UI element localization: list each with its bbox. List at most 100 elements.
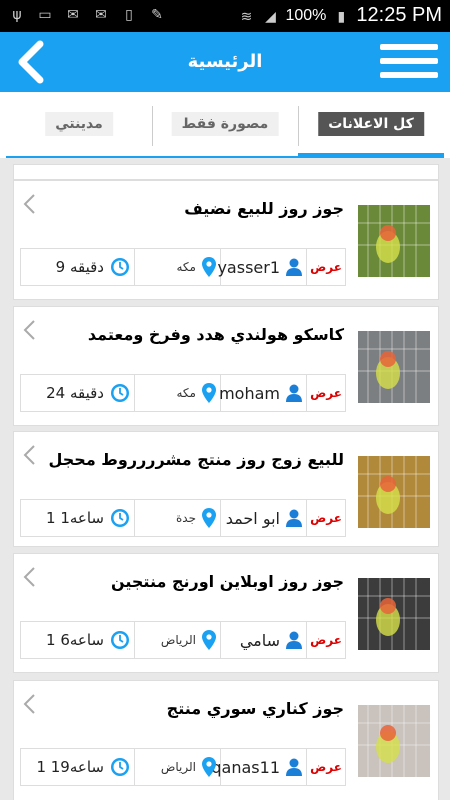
city-name: جدة xyxy=(175,511,196,525)
hamburger-line xyxy=(380,58,438,64)
city-name: الرياض xyxy=(160,633,196,647)
hamburger-line xyxy=(380,72,438,78)
ad-meta-row: عرض سامي الرياض 1 ساعه6 xyxy=(20,621,346,659)
ad-city: جدة xyxy=(134,500,220,536)
user-icon xyxy=(286,631,302,649)
location-pin-icon xyxy=(202,630,216,650)
notification-icons: ψ ▭ ✉ ✉ ▯ ✎ xyxy=(8,6,166,24)
ad-city: الرياض xyxy=(134,749,220,785)
city-name: مكه xyxy=(176,260,197,274)
status-bar: ψ ▭ ✉ ✉ ▯ ✎ ≋ ◢ 100% ▮ 12:25 PM xyxy=(0,0,450,32)
city-name: مكه xyxy=(176,386,197,400)
menu-button[interactable] xyxy=(380,44,438,82)
time-ago: 24 دقيقه xyxy=(46,384,104,402)
chevron-left-icon xyxy=(23,445,35,465)
ad-card[interactable]: كاسكو هولندي هدد وفرخ ومعتمد عرض moham م… xyxy=(13,306,439,426)
view-label: عرض xyxy=(310,386,342,400)
tab-all-ads[interactable]: كل الاعلانات xyxy=(298,92,444,158)
view-label: عرض xyxy=(310,633,342,647)
chevron-left-icon xyxy=(23,694,35,714)
ad-user: ابو احمد xyxy=(220,500,306,536)
tab-label: كل الاعلانات xyxy=(318,112,424,136)
signal-icon: ◢ xyxy=(265,7,276,24)
ads-list[interactable]: جوز روز للبيع نضيف عرض yasser1 مكه 9 دقي… xyxy=(0,158,450,800)
ad-meta-row: عرض moham مكه 24 دقيقه xyxy=(20,374,346,412)
time-ago: 1 ساعه19 xyxy=(36,758,104,776)
view-label: عرض xyxy=(310,760,342,774)
wifi-icon: ≋ xyxy=(240,7,253,24)
ad-time: 1 ساعه6 xyxy=(21,622,134,658)
ad-city: الرياض xyxy=(134,622,220,658)
view-button[interactable]: عرض xyxy=(306,375,345,411)
ad-user: سامي xyxy=(220,622,306,658)
ad-thumbnail[interactable] xyxy=(358,331,430,403)
clock-icon xyxy=(111,758,129,776)
ad-meta-row: عرض qanas11 الرياض 1 ساعه19 xyxy=(20,748,346,786)
username: moham xyxy=(219,383,280,403)
ad-title[interactable]: جوز كناري سوري منتج xyxy=(167,699,344,718)
view-label: عرض xyxy=(310,260,342,274)
ad-thumbnail[interactable] xyxy=(358,205,430,277)
chevron-left-icon xyxy=(23,320,35,340)
ad-time: 24 دقيقه xyxy=(21,375,134,411)
ad-user: moham xyxy=(219,375,306,411)
tab-divider xyxy=(152,106,153,146)
view-button[interactable]: عرض xyxy=(306,249,345,285)
username: qanas11 xyxy=(211,757,280,777)
location-pin-icon xyxy=(202,757,216,777)
tab-divider xyxy=(298,106,299,146)
time-ago: 1 ساعه6 xyxy=(46,631,104,649)
user-icon xyxy=(286,384,302,402)
usb-icon: ψ xyxy=(12,7,22,23)
ad-thumbnail[interactable] xyxy=(358,578,430,650)
ad-user: qanas11 xyxy=(211,749,306,785)
location-pin-icon xyxy=(202,508,216,528)
time-ago: 1 ساعه1 xyxy=(46,509,104,527)
battery-level: 100% xyxy=(285,6,327,24)
app-bar: الرئيسية xyxy=(0,32,450,92)
ad-time: 1 ساعه1 xyxy=(21,500,134,536)
ad-title[interactable]: كاسكو هولندي هدد وفرخ ومعتمد xyxy=(88,325,344,344)
user-icon xyxy=(286,509,302,527)
ad-user: yasser1 xyxy=(217,249,306,285)
storage-icon: ▭ xyxy=(38,7,52,23)
tab-bar: كل الاعلانات مصورة فقط مدينتي xyxy=(0,92,450,158)
ad-meta-row: عرض yasser1 مكه 9 دقيقه xyxy=(20,248,346,286)
ad-card[interactable]: جوز روز اوبلاين اورنج منتجين عرض سامي ال… xyxy=(13,553,439,673)
tab-label: مصورة فقط xyxy=(171,112,279,136)
list-top-edge xyxy=(13,164,439,180)
ad-title[interactable]: جوز روز اوبلاين اورنج منتجين xyxy=(111,572,344,591)
view-button[interactable]: عرض xyxy=(306,749,345,785)
view-button[interactable]: عرض xyxy=(306,622,345,658)
ad-time: 1 ساعه19 xyxy=(21,749,134,785)
ad-card[interactable]: جوز كناري سوري منتج عرض qanas11 الرياض 1… xyxy=(13,680,439,800)
view-button[interactable]: عرض xyxy=(306,500,345,536)
username: yasser1 xyxy=(217,257,280,277)
location-pin-icon xyxy=(202,383,216,403)
username: ابو احمد xyxy=(225,508,280,528)
clock-icon xyxy=(111,509,129,527)
ad-card[interactable]: جوز روز للبيع نضيف عرض yasser1 مكه 9 دقي… xyxy=(13,180,439,300)
tab-photos-only[interactable]: مصورة فقط xyxy=(152,92,298,158)
tab-my-city[interactable]: مدينتي xyxy=(6,92,152,158)
outlook-icon: ✉ xyxy=(67,7,79,23)
ad-title[interactable]: جوز روز للبيع نضيف xyxy=(184,199,344,218)
username: سامي xyxy=(239,630,280,650)
chevron-left-icon xyxy=(23,194,35,214)
outlook-icon-2: ✉ xyxy=(95,7,107,23)
clock-icon xyxy=(111,384,129,402)
user-icon xyxy=(286,258,302,276)
ad-card[interactable]: للبيع زوج روز منتج مشرررروط محجل عرض ابو… xyxy=(13,431,439,547)
chevron-left-icon xyxy=(23,567,35,587)
tab-label: مدينتي xyxy=(45,112,113,136)
hamburger-line xyxy=(380,44,438,50)
clock-icon xyxy=(111,631,129,649)
user-icon xyxy=(286,758,302,776)
battery-icon: ▮ xyxy=(337,7,346,24)
ad-city: مكه xyxy=(134,249,220,285)
clock: 12:25 PM xyxy=(356,4,442,26)
ad-title[interactable]: للبيع زوج روز منتج مشرررروط محجل xyxy=(48,450,344,469)
location-pin-icon xyxy=(202,257,216,277)
ad-thumbnail[interactable] xyxy=(358,456,430,528)
ad-thumbnail[interactable] xyxy=(358,705,430,777)
